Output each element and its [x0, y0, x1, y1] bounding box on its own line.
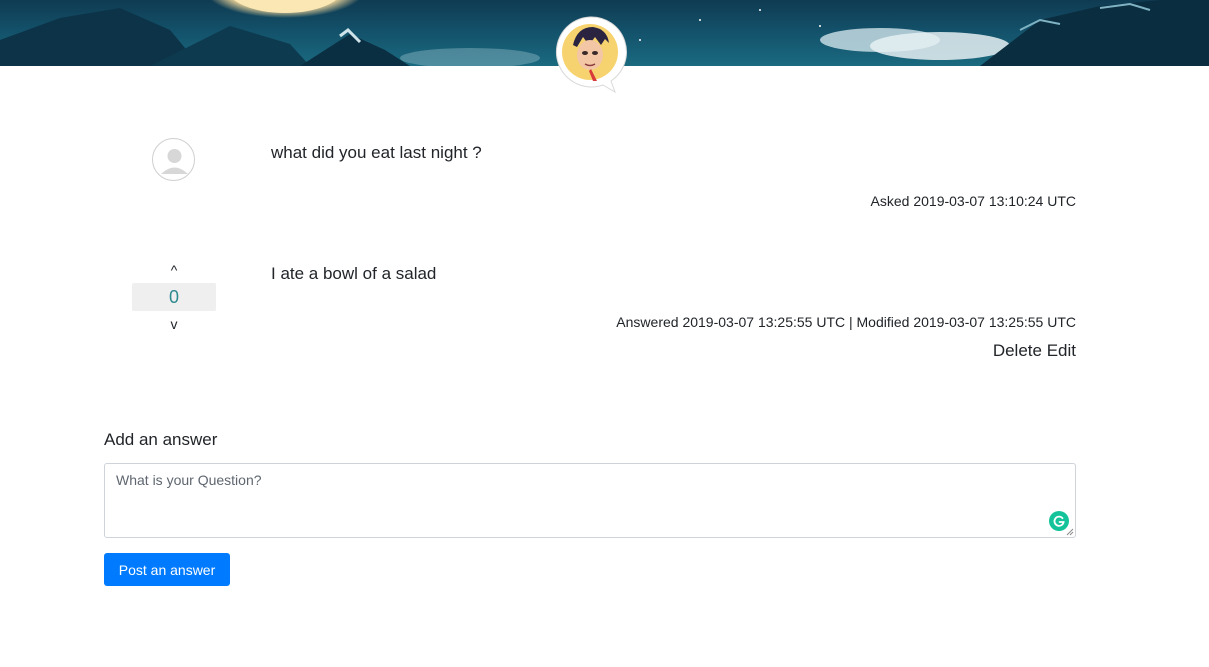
add-answer-heading: Add an answer [104, 430, 218, 449]
answer-actions: Delete Edit [993, 341, 1076, 361]
vote-count: 0 [132, 283, 216, 311]
answer-meta: Answered 2019-03-07 13:25:55 UTC | Modif… [616, 314, 1076, 330]
downvote-button[interactable]: v [132, 316, 216, 332]
edit-link[interactable]: Edit [1047, 341, 1076, 360]
user-avatar [152, 138, 195, 181]
answer-textarea[interactable] [104, 463, 1076, 538]
post-answer-button[interactable]: Post an answer [104, 553, 230, 586]
question-text: what did you eat last night ? [271, 143, 482, 162]
delete-link[interactable]: Delete [993, 341, 1042, 360]
cartoon-avatar-logo-icon [555, 16, 627, 94]
upvote-button[interactable]: ^ [132, 262, 216, 278]
answer-text: I ate a bowl of a salad [271, 264, 437, 283]
user-placeholder-icon [161, 149, 188, 174]
resize-handle-icon[interactable] [1066, 528, 1074, 536]
site-logo[interactable] [553, 15, 627, 94]
question-asked-meta: Asked 2019-03-07 13:10:24 UTC [870, 193, 1076, 209]
